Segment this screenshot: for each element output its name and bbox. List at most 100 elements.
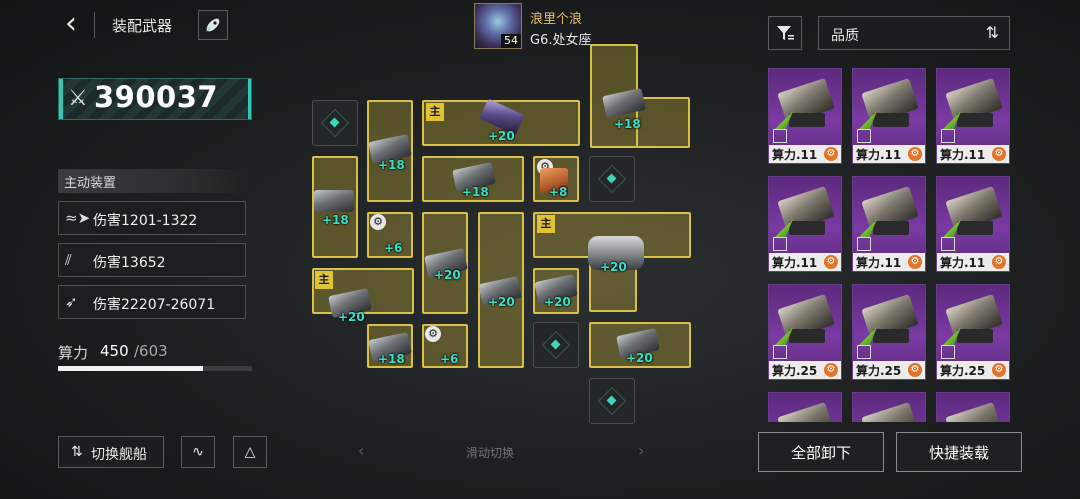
damage-text: 伤害13652 [93, 255, 166, 271]
card-footer: 算力.25 ⚙ [937, 361, 1009, 379]
card-compute-label: 算力.11 [772, 256, 818, 270]
card-compute-label: 算力.11 [856, 256, 902, 270]
card-footer: 算力.11 ⚙ [853, 253, 925, 271]
empty-slot[interactable] [589, 378, 635, 424]
bonus-label: +6 [440, 352, 459, 366]
inventory-card[interactable]: 算力.11 ⚙ [936, 68, 1010, 164]
compute-max: /603 [134, 342, 168, 360]
inventory-card[interactable]: 算力.11 ⚙ [852, 68, 926, 164]
damage-text: 伤害1201-1322 [93, 213, 198, 229]
inventory-card[interactable]: 算力.11 ⚙ [936, 176, 1010, 272]
settings-badge-icon: ⚙ [992, 363, 1006, 377]
bonus-label: +20 [488, 129, 515, 143]
sort-quality-dropdown[interactable]: 品质 ⇅ [818, 16, 1010, 50]
type-icon [941, 345, 955, 359]
empty-slot[interactable] [312, 100, 358, 146]
player-name: 浪里个浪 [530, 12, 583, 27]
inventory-card[interactable]: 算力.11 ⚙ [852, 176, 926, 272]
bonus-label: +18 [462, 185, 489, 199]
settings-badge-icon: ⚙ [824, 147, 838, 161]
swipe-hint: 滑动切换 [466, 446, 515, 460]
damage-row[interactable]: ➶ 伤害22207-26071 [58, 285, 246, 319]
swipe-right-icon[interactable]: › [638, 441, 644, 460]
filter-icon [777, 26, 794, 40]
rocket-button[interactable] [198, 10, 228, 40]
settings-badge-icon: ⚙ [992, 147, 1006, 161]
bonus-label: +8 [549, 185, 568, 199]
type-icon [857, 345, 871, 359]
unload-all-button[interactable]: 全部卸下 [758, 432, 884, 472]
swipe-left-icon[interactable]: ‹ [358, 441, 364, 460]
fleet-icon: △ [244, 444, 256, 460]
type-icon [857, 129, 871, 143]
compute-progress-bar [58, 366, 252, 371]
fleet-button[interactable]: △ [233, 436, 267, 468]
bonus-label: +18 [378, 352, 405, 366]
waveform-button[interactable]: ∿ [181, 436, 215, 468]
type-icon [773, 237, 787, 251]
weapon-base-image [789, 329, 825, 343]
type-icon [773, 129, 787, 143]
card-compute-label: 算力.11 [772, 148, 818, 162]
main-weapon-marker: 主 [537, 215, 555, 233]
inventory-card[interactable]: 算力.11 ⚙ [768, 68, 842, 164]
inventory-card-partial[interactable] [768, 392, 842, 422]
bonus-label: +20 [434, 268, 461, 282]
inventory-card[interactable]: 算力.25 ⚙ [768, 284, 842, 380]
inventory-card[interactable]: 算力.11 ⚙ [768, 176, 842, 272]
back-button[interactable]: ‹ [58, 9, 84, 40]
swap-icon: ⇅ [71, 444, 83, 460]
bonus-label: +20 [626, 351, 653, 365]
main-weapon-marker: 主 [426, 103, 444, 121]
quick-load-button[interactable]: 快捷装载 [896, 432, 1022, 472]
rocket-icon [206, 18, 220, 32]
card-compute-label: 算力.25 [772, 364, 818, 378]
damage-text: 伤害22207-26071 [93, 297, 216, 313]
beam-icon: ⫽ [65, 251, 72, 269]
quick-load-label: 快捷装载 [928, 444, 989, 462]
active-equipment-label: 主动装置 [64, 176, 117, 191]
weapon-base-image [873, 329, 909, 343]
card-compute-label: 算力.25 [940, 364, 986, 378]
inventory-list[interactable]: 算力.11 ⚙ 算力.11 ⚙ 算力.11 ⚙ 算力.11 ⚙ 算力.11 ⚙ 算力.11 ⚙ 算力.2… [762, 62, 1020, 422]
card-footer: 算力.11 ⚙ [937, 145, 1009, 163]
weapon-base-image [957, 329, 993, 343]
bonus-label: +20 [600, 260, 627, 274]
unload-all-label: 全部卸下 [790, 444, 851, 462]
missile-swarm-icon: ≈➤ [65, 209, 91, 227]
weapon-base-image [789, 221, 825, 235]
bonus-label: +18 [614, 117, 641, 131]
divider [94, 12, 95, 38]
bonus-label: +20 [544, 295, 571, 309]
equipment-grid: +18 主 +20 +18 +18 ⚙ +8 +18 ⚙ +6 +20 主 +2… [300, 40, 710, 430]
compute-current: 450 [100, 342, 129, 360]
settings-badge-icon: ⚙ [908, 255, 922, 269]
bonus-label: +18 [378, 158, 405, 172]
main-weapon-marker: 主 [315, 271, 333, 289]
damage-row[interactable]: ⫽ 伤害13652 [58, 243, 246, 277]
card-footer: 算力.11 ⚙ [853, 145, 925, 163]
type-icon [857, 237, 871, 251]
weapon-base-image [957, 221, 993, 235]
damage-row[interactable]: ≈➤ 伤害1201-1322 [58, 201, 246, 235]
card-compute-label: 算力.25 [856, 364, 902, 378]
weapon-base-image [873, 113, 909, 127]
inventory-card[interactable]: 算力.25 ⚙ [936, 284, 1010, 380]
settings-badge-icon: ⚙ [992, 255, 1006, 269]
inventory-card-partial[interactable] [852, 392, 926, 422]
bonus-label: +18 [322, 213, 349, 227]
weapon-base-image [873, 221, 909, 235]
card-footer: 算力.25 ⚙ [769, 361, 841, 379]
card-compute-label: 算力.11 [940, 256, 986, 270]
card-compute-label: 算力.11 [856, 148, 902, 162]
waveform-icon: ∿ [192, 444, 204, 460]
filter-button[interactable] [768, 16, 802, 50]
empty-slot[interactable] [533, 322, 579, 368]
inventory-card-partial[interactable] [936, 392, 1010, 422]
chevron-left-icon: ‹ [65, 6, 77, 41]
type-icon [941, 129, 955, 143]
switch-ship-button[interactable]: ⇅ 切换舰船 [58, 436, 164, 468]
inventory-card[interactable]: 算力.25 ⚙ [852, 284, 926, 380]
empty-slot[interactable] [589, 156, 635, 202]
torpedo-icon: ➶ [65, 293, 78, 311]
